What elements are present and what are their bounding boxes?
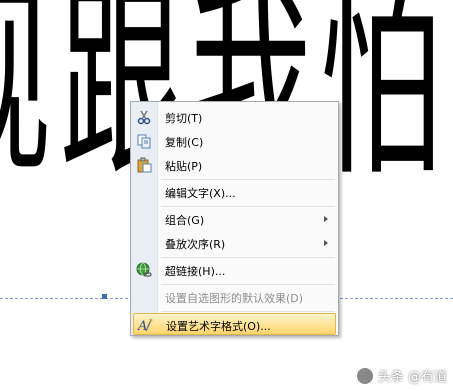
- submenu-arrow-icon: [324, 216, 328, 222]
- menu-item-paste[interactable]: 粘贴(P): [133, 154, 336, 176]
- menu-separator: [161, 284, 335, 285]
- menu-item-label: 设置艺术字格式(O)...: [166, 320, 271, 333]
- menu-item-set-default-effect: 设置自选图形的默认效果(D): [133, 286, 336, 308]
- menu-separator: [161, 257, 335, 258]
- menu-item-label: 叠放次序(R): [165, 238, 226, 251]
- menu-item-label: 复制(C): [165, 136, 204, 149]
- scissors-icon: [136, 109, 152, 125]
- menu-separator: [161, 179, 335, 180]
- menu-item-cut[interactable]: 剪切(T): [133, 106, 336, 128]
- menu-item-format-wordart[interactable]: A 设置艺术字格式(O)...: [133, 313, 336, 335]
- menu-item-label: 设置自选图形的默认效果(D): [165, 292, 304, 305]
- document-canvas: 现跟我怕 剪切(T): [0, 0, 453, 391]
- menu-separator: [161, 206, 335, 207]
- format-wordart-icon: A: [137, 317, 153, 334]
- menu-item-label: 编辑文字(X)...: [165, 187, 236, 200]
- watermark-logo-icon: [355, 366, 374, 385]
- watermark-text: 头条 @有道: [377, 370, 447, 385]
- paste-icon: [136, 157, 152, 173]
- menu-item-label: 超链接(H)...: [165, 265, 226, 278]
- menu-item-copy[interactable]: 复制(C): [133, 130, 336, 152]
- menu-item-group[interactable]: 组合(G): [133, 208, 336, 230]
- selection-handle[interactable]: [102, 294, 107, 299]
- menu-item-label: 剪切(T): [165, 112, 203, 125]
- menu-item-label: 组合(G): [165, 214, 205, 227]
- context-menu: 剪切(T) 复制(C) 粘贴(P) 编辑文字(X)... 组合(G) 叠放次序(…: [130, 101, 339, 336]
- menu-item-label: 粘贴(P): [165, 160, 203, 173]
- submenu-arrow-icon: [324, 240, 328, 246]
- menu-item-order[interactable]: 叠放次序(R): [133, 232, 336, 254]
- copy-icon: [136, 133, 152, 149]
- watermark: 头条 @有道: [355, 366, 447, 385]
- menu-separator: [161, 311, 335, 312]
- menu-item-edit-text[interactable]: 编辑文字(X)...: [133, 181, 336, 203]
- menu-item-hyperlink[interactable]: 超链接(H)...: [133, 259, 336, 281]
- hyperlink-globe-icon: [136, 262, 152, 278]
